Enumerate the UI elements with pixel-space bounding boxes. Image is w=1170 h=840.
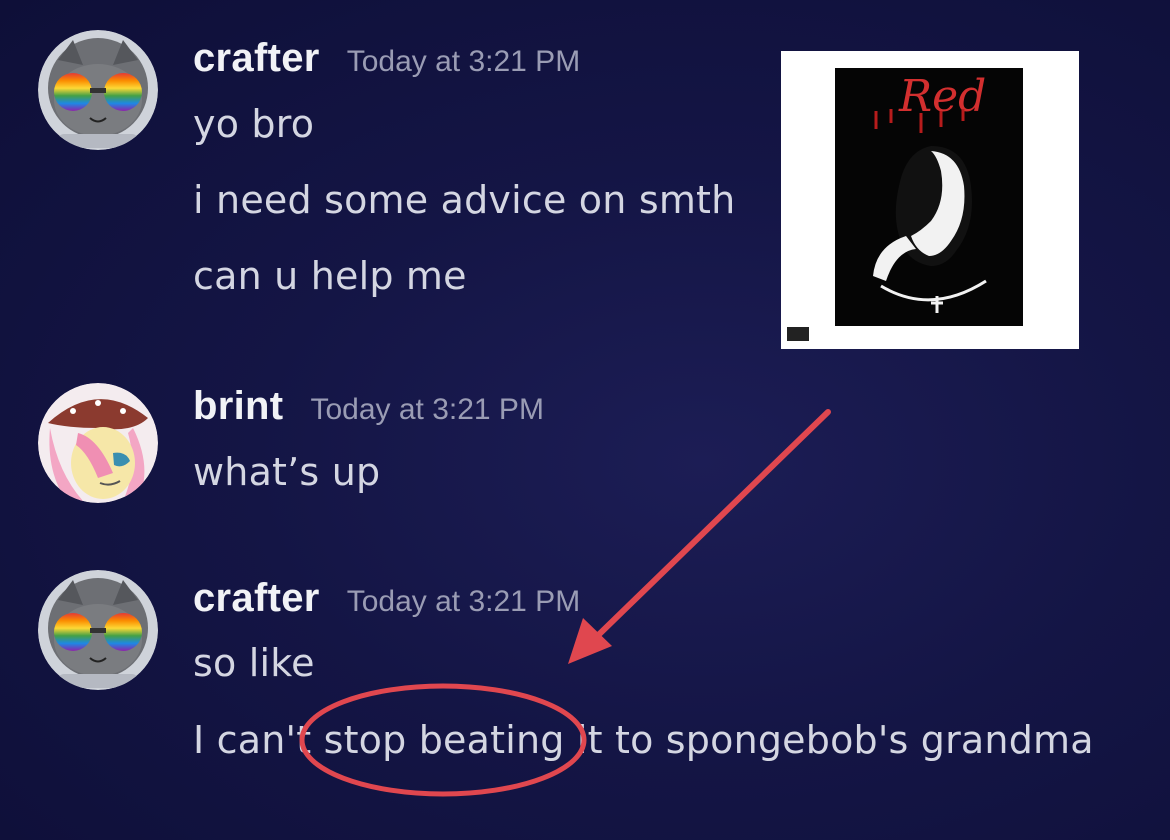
pony-avatar[interactable] (38, 383, 158, 503)
message-text: I can't stop beating it to spongebob's g… (193, 718, 1094, 762)
author-name[interactable]: crafter (193, 36, 320, 80)
author-name[interactable]: crafter (193, 576, 320, 620)
message-text: i need some advice on smth (193, 178, 736, 222)
timestamp: Today at 3:21 PM (346, 585, 581, 618)
cat-astronaut-avatar[interactable] (38, 570, 158, 690)
message-text: what’s up (193, 450, 381, 494)
timestamp: Today at 3:21 PM (310, 393, 544, 426)
timestamp: Today at 3:21 PM (346, 45, 581, 78)
author-name[interactable]: brint (193, 384, 283, 428)
message-text: can u help me (193, 254, 467, 298)
cat-astronaut-avatar[interactable] (38, 30, 158, 150)
arrow-annotation (568, 409, 831, 664)
album-cover-image[interactable]: Red (781, 51, 1079, 349)
message-text: so like (193, 641, 315, 685)
message-text: yo bro (193, 102, 315, 146)
